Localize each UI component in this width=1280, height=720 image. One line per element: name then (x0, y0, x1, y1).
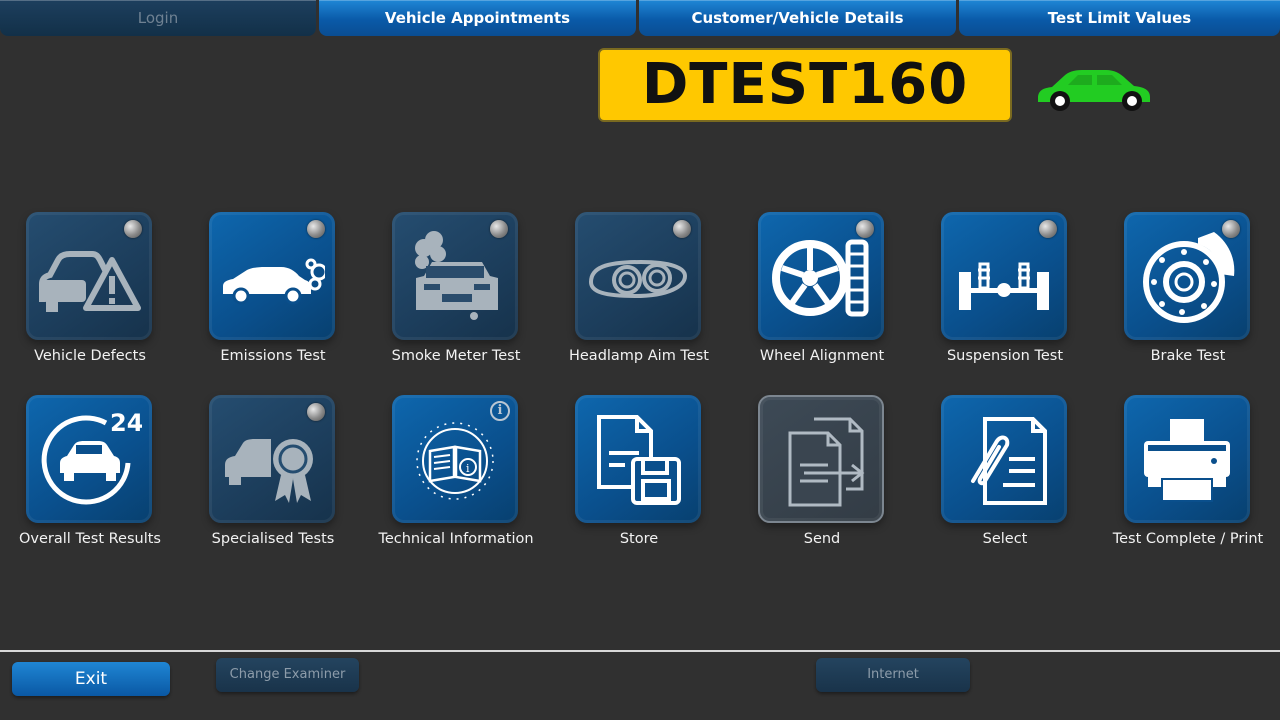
tile-label: Store (619, 531, 659, 547)
car-warning-icon (39, 251, 141, 312)
change-examiner-button[interactable]: Change Examiner (216, 658, 359, 692)
tile-label: Brake Test (1150, 348, 1226, 364)
tile-technical-information[interactable]: i i Technical Information (366, 395, 536, 565)
tile-headlamp-aim-test[interactable]: Headlamp Aim Test (549, 212, 719, 382)
smoke-meter-test-button[interactable] (392, 212, 518, 340)
tab-login[interactable]: Login (0, 0, 316, 36)
car-24-icon: 24 (41, 409, 142, 505)
tile-test-complete-print[interactable]: Test Complete / Print (1098, 395, 1268, 565)
tile-select[interactable]: Select (915, 395, 1085, 565)
tile-label: Specialised Tests (211, 531, 335, 547)
brake-disc-icon (1143, 232, 1235, 323)
store-button[interactable] (575, 395, 701, 523)
tile-label: Overall Test Results (19, 531, 161, 547)
exhaust-car-icon (223, 258, 325, 305)
axle-icon (959, 262, 1049, 310)
tile-suspension-test[interactable]: Suspension Test (915, 212, 1085, 382)
manual-book-icon: i (416, 422, 494, 500)
tile-label: Vehicle Defects (34, 348, 146, 364)
overall-test-results-button[interactable]: 24 (26, 395, 152, 523)
tile-label: Headlamp Aim Test (568, 348, 709, 364)
brake-test-button[interactable] (1124, 212, 1250, 340)
top-tab-bar: Login Vehicle Appointments Customer/Vehi… (0, 0, 1280, 36)
headlamp-icon (588, 259, 688, 299)
tab-vehicle-appointments[interactable]: Vehicle Appointments (319, 0, 636, 36)
internet-button[interactable]: Internet (816, 658, 970, 692)
emissions-test-button[interactable] (209, 212, 335, 340)
tile-label: Wheel Alignment (759, 348, 885, 364)
vehicle-status-car-icon (1038, 70, 1150, 111)
tile-send[interactable]: Send (732, 395, 902, 565)
tile-wheel-alignment[interactable]: Wheel Alignment (732, 212, 902, 382)
tile-specialised-tests[interactable]: Specialised Tests (183, 395, 353, 565)
tile-store[interactable]: Store (549, 395, 719, 565)
svg-text:24: 24 (110, 409, 142, 437)
tile-label: Send (803, 531, 841, 547)
specialised-tests-button[interactable] (209, 395, 335, 523)
car-award-icon (225, 439, 313, 503)
svg-text:i: i (466, 462, 470, 475)
send-button[interactable] (758, 395, 884, 523)
wheel-icon (772, 239, 869, 317)
printer-icon (1144, 419, 1230, 502)
tile-brake-test[interactable]: Brake Test (1098, 212, 1268, 382)
tile-smoke-meter-test[interactable]: Smoke Meter Test (366, 212, 536, 382)
tile-vehicle-defects[interactable]: Vehicle Defects (0, 212, 170, 382)
document-send-icon (788, 417, 865, 507)
technical-information-button[interactable]: i i (392, 395, 518, 523)
tile-label: Test Complete / Print (1112, 531, 1264, 547)
smoke-car-icon (415, 231, 498, 320)
tile-emissions-test[interactable]: Emissions Test (183, 212, 353, 382)
test-complete-print-button[interactable] (1124, 395, 1250, 523)
footer-divider (0, 650, 1280, 652)
tile-label: Technical Information (378, 531, 534, 547)
registration-plate: DTEST160 (598, 48, 1012, 122)
tab-test-limit-values[interactable]: Test Limit Values (959, 0, 1280, 36)
suspension-test-button[interactable] (941, 212, 1067, 340)
tile-label: Select (982, 531, 1028, 547)
wheel-alignment-button[interactable] (758, 212, 884, 340)
vehicle-defects-button[interactable] (26, 212, 152, 340)
exit-button[interactable]: Exit (12, 662, 170, 696)
tile-label: Emissions Test (220, 348, 326, 364)
document-clip-icon (971, 417, 1047, 505)
select-button[interactable] (941, 395, 1067, 523)
tile-label: Suspension Test (946, 348, 1064, 364)
tile-label: Smoke Meter Test (391, 348, 521, 364)
document-save-icon (597, 415, 681, 505)
tab-customer-vehicle-details[interactable]: Customer/Vehicle Details (639, 0, 956, 36)
headlamp-aim-test-button[interactable] (575, 212, 701, 340)
tile-overall-test-results[interactable]: 24 Overall Test Results (0, 395, 170, 565)
